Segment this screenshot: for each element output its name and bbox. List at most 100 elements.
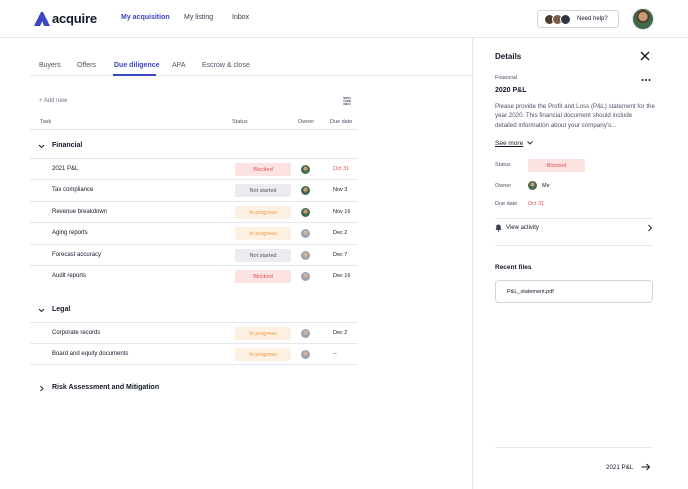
nav-my-listing[interactable]: My listing bbox=[184, 14, 213, 21]
table-row[interactable]: Revenue breakdown In progress Nov 16 bbox=[30, 201, 358, 222]
details-category: Financial bbox=[495, 75, 518, 81]
tab-apa[interactable]: APA bbox=[172, 62, 186, 69]
status-badge: In progress bbox=[235, 206, 291, 219]
tab-offers[interactable]: Offers bbox=[77, 62, 96, 69]
view-activity-label: View activity bbox=[506, 225, 539, 231]
divider bbox=[495, 447, 653, 448]
acquire-logo[interactable]: acquire bbox=[34, 11, 97, 26]
acquire-logo-icon bbox=[34, 11, 50, 26]
tab-due-diligence[interactable]: Due diligence bbox=[114, 62, 160, 69]
tab-buyers[interactable]: Buyers bbox=[39, 62, 61, 69]
close-icon[interactable] bbox=[640, 51, 650, 61]
table-row[interactable]: Audit reports Blocked Dec 16 bbox=[30, 265, 358, 286]
brand-name: acquire bbox=[52, 11, 97, 26]
active-tab-indicator bbox=[113, 74, 156, 76]
chevron-down-icon bbox=[38, 308, 45, 313]
task-name: Board and equity documents bbox=[52, 351, 129, 357]
table-row[interactable]: Board and equity documents In progress -… bbox=[30, 343, 358, 364]
table-row[interactable]: 2021 P&L Blocked Oct 31 bbox=[30, 158, 358, 179]
column-due-date: Due date bbox=[330, 119, 353, 125]
help-team-avatars bbox=[544, 13, 571, 25]
deal-tabs: Buyers Offers Due diligence APA Escrow &… bbox=[30, 54, 472, 76]
need-help-label: Need help? bbox=[577, 16, 608, 22]
see-more-link[interactable]: See more bbox=[495, 140, 523, 147]
due-date: Dec 16 bbox=[333, 273, 351, 279]
task-name: Forecast accuracy bbox=[52, 252, 102, 258]
status-badge: Blocked bbox=[235, 270, 291, 283]
nav-inbox[interactable]: Inbox bbox=[232, 14, 249, 21]
table-divider bbox=[30, 364, 358, 365]
need-help-button[interactable]: Need help? bbox=[537, 10, 619, 28]
divider bbox=[495, 218, 653, 219]
table-row[interactable]: Aging reports In progress Dec 2 bbox=[30, 222, 358, 243]
table-header: Task Status Owner Due date bbox=[30, 113, 358, 130]
more-options-icon[interactable] bbox=[641, 78, 651, 82]
view-activity-row[interactable]: View activity bbox=[495, 223, 653, 237]
tab-escrow-close[interactable]: Escrow & close bbox=[202, 62, 250, 69]
details-status-badge[interactable]: Blocked bbox=[528, 159, 585, 172]
due-date: Nov 16 bbox=[333, 209, 351, 215]
task-name: Aging reports bbox=[52, 230, 88, 236]
bell-icon bbox=[495, 224, 502, 232]
filter-icon[interactable] bbox=[343, 97, 351, 105]
due-date: Dec 7 bbox=[333, 252, 348, 258]
task-name: Revenue breakdown bbox=[52, 209, 108, 215]
column-status: Status bbox=[232, 119, 248, 125]
owner-avatar bbox=[301, 329, 310, 338]
table-row[interactable]: Corporate records In progress Dec 2 bbox=[30, 322, 358, 343]
details-title: Details bbox=[495, 52, 522, 61]
status-badge: Not started bbox=[235, 249, 291, 262]
owner-avatar bbox=[301, 272, 310, 281]
status-badge: Not started bbox=[235, 184, 291, 197]
nav-my-acquisition[interactable]: My acquisition bbox=[121, 14, 170, 21]
next-item-link[interactable]: 2021 P&L bbox=[606, 464, 633, 471]
due-date: -- bbox=[333, 351, 337, 357]
status-badge: In progress bbox=[235, 327, 291, 340]
details-panel: Details Financial 2020 P&L Please provid… bbox=[472, 38, 688, 489]
owner-avatar bbox=[301, 208, 310, 217]
profile-avatar[interactable] bbox=[632, 8, 654, 30]
owner-avatar bbox=[301, 165, 310, 174]
group-financial[interactable]: Financial bbox=[30, 134, 358, 158]
status-badge: Blocked bbox=[235, 163, 291, 176]
top-navigation-bar: acquire My acquisition My listing Inbox … bbox=[0, 0, 688, 38]
recent-files-title: Recent files bbox=[495, 264, 532, 271]
chevron-right-icon bbox=[648, 224, 653, 232]
chevron-down-icon[interactable] bbox=[526, 139, 534, 147]
group-title: Risk Assessment and Mitigation bbox=[52, 384, 160, 391]
column-task: Task bbox=[40, 119, 52, 125]
owner-name[interactable]: Me bbox=[542, 183, 550, 189]
chevron-down-icon bbox=[38, 144, 45, 149]
owner-avatar bbox=[301, 251, 310, 260]
add-new-button[interactable]: + Add new bbox=[39, 98, 67, 104]
table-row[interactable]: Tax compliance Not started Nov 3 bbox=[30, 179, 358, 200]
owner-avatar bbox=[301, 186, 310, 195]
arrow-right-icon[interactable] bbox=[641, 463, 651, 471]
task-name: Corporate records bbox=[52, 330, 101, 336]
due-date-label: Due date bbox=[495, 201, 518, 207]
details-item-title: 2020 P&L bbox=[495, 87, 527, 94]
due-date: Oct 31 bbox=[333, 166, 350, 172]
table-row[interactable]: Forecast accuracy Not started Dec 7 bbox=[30, 244, 358, 265]
due-date: Nov 3 bbox=[333, 187, 348, 193]
owner-avatar bbox=[301, 350, 310, 359]
owner-avatar bbox=[301, 229, 310, 238]
group-legal[interactable]: Legal bbox=[30, 298, 358, 322]
column-owner: Owner bbox=[298, 119, 315, 125]
file-card[interactable]: P&L_statement.pdf bbox=[495, 280, 653, 303]
status-badge: In progress bbox=[235, 227, 291, 240]
divider bbox=[495, 245, 653, 246]
owner-avatar bbox=[528, 181, 537, 190]
due-date: Dec 2 bbox=[333, 230, 348, 236]
details-description: Please provide the Profit and Loss (P&L)… bbox=[495, 103, 655, 129]
group-title: Financial bbox=[52, 142, 83, 149]
group-risk-assessment[interactable]: Risk Assessment and Mitigation bbox=[30, 376, 358, 400]
status-label: Status bbox=[495, 162, 511, 168]
details-due-date[interactable]: Oct 31 bbox=[528, 201, 544, 207]
owner-label: Owner bbox=[495, 183, 512, 189]
status-badge: In progress bbox=[235, 348, 291, 361]
group-title: Legal bbox=[52, 306, 71, 313]
avatar bbox=[560, 13, 571, 25]
file-name: P&L_statement.pdf bbox=[507, 289, 554, 295]
task-name: Audit reports bbox=[52, 273, 87, 279]
